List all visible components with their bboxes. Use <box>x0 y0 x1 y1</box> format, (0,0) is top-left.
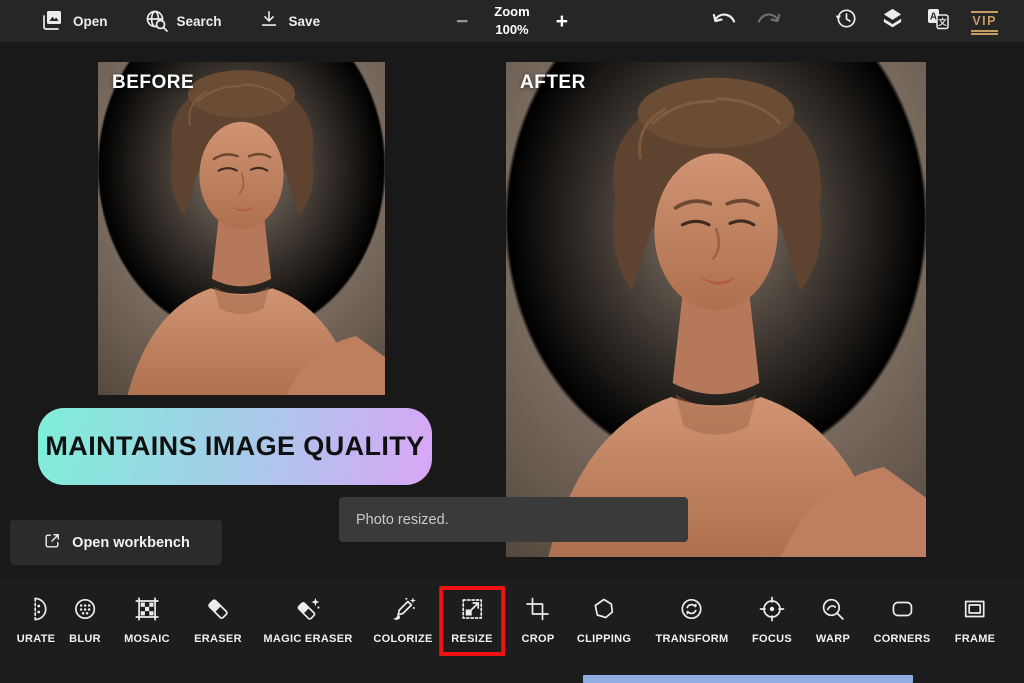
search-globe-icon <box>144 8 168 35</box>
tool-warp[interactable]: WARP <box>816 596 850 645</box>
tool-label: CLIPPING <box>576 633 632 645</box>
transform-icon <box>679 596 705 622</box>
tool-resize[interactable]: RESIZE <box>439 586 505 656</box>
layers-icon[interactable] <box>880 6 905 36</box>
search-button[interactable]: Search <box>144 8 222 35</box>
tool-label: URATE <box>16 633 56 645</box>
tool-label: MOSAIC <box>124 633 170 645</box>
save-button-label: Save <box>288 13 321 29</box>
quality-banner: MAINTAINS IMAGE QUALITY <box>38 408 432 485</box>
open-workbench-label: Open workbench <box>72 534 190 551</box>
save-button[interactable]: Save <box>258 9 321 34</box>
zoom-in-button[interactable]: + <box>556 11 568 32</box>
focus-icon <box>759 596 785 622</box>
history-icon[interactable] <box>834 6 859 36</box>
tool-label: CROP <box>521 633 555 645</box>
tool-transform[interactable]: TRANSFORM <box>656 596 729 645</box>
eraser-icon <box>205 596 231 622</box>
top-toolbar-left: Open Search Save <box>0 8 320 35</box>
before-label: BEFORE <box>112 72 195 93</box>
zoom-readout: Zoom 100% <box>494 3 529 38</box>
tool-blur[interactable]: BLUR <box>69 596 101 645</box>
warp-icon <box>820 596 846 622</box>
editor-canvas: BEFORE AFTER MAINTAINS IMAGE QUALITY Pho… <box>0 42 1024 580</box>
tool-mosaic[interactable]: MOSAIC <box>124 596 170 645</box>
tool-label: TRANSFORM <box>655 633 729 645</box>
top-toolbar: Open Search Save − Zoom 100% + A 文 VIP <box>0 0 1024 42</box>
mosaic-icon <box>134 596 160 622</box>
tool-magic-eraser[interactable]: MAGIC ERASER <box>263 596 352 645</box>
tool-label: COLORIZE <box>373 633 433 645</box>
crop-icon <box>525 596 551 622</box>
resize-icon <box>459 596 485 622</box>
tool-saturate[interactable]: URATE <box>17 596 56 645</box>
svg-text:文: 文 <box>939 17 948 27</box>
blur-icon <box>72 596 98 622</box>
colorize-icon <box>390 596 416 622</box>
svg-text:A: A <box>930 12 937 23</box>
tool-label: ERASER <box>194 633 242 645</box>
tool-focus[interactable]: FOCUS <box>752 596 792 645</box>
tool-label: MAGIC ERASER <box>263 633 353 645</box>
tool-colorize[interactable]: COLORIZE <box>373 596 432 645</box>
saturate-icon <box>23 596 49 622</box>
tool-label: BLUR <box>69 633 101 645</box>
zoom-label: Zoom <box>494 4 530 20</box>
after-label: AFTER <box>520 72 586 93</box>
tool-label: FOCUS <box>752 633 792 645</box>
undo-icon[interactable] <box>710 8 736 35</box>
toolbar-scrollbar[interactable] <box>583 675 913 683</box>
top-toolbar-right: A 文 VIP <box>710 6 1024 36</box>
vip-badge[interactable]: VIP <box>971 10 998 35</box>
tool-label: FRAME <box>954 633 996 645</box>
zoom-control: − Zoom 100% + <box>456 0 568 42</box>
tool-corners[interactable]: CORNERS <box>873 596 930 645</box>
zoom-value: 100% <box>495 22 529 37</box>
before-image: BEFORE <box>98 62 385 395</box>
open-button[interactable]: Open <box>40 8 108 35</box>
tool-eraser[interactable]: ERASER <box>194 596 242 645</box>
after-image: AFTER <box>506 62 926 557</box>
tool-label: RESIZE <box>451 633 493 645</box>
magic-eraser-icon <box>295 596 321 622</box>
tool-frame[interactable]: FRAME <box>955 596 996 645</box>
open-button-label: Open <box>73 13 108 29</box>
tools-toolbar: URATE BLUR MOSAIC ERASER MAGIC ERASER CO… <box>0 580 1024 683</box>
frame-icon <box>962 596 988 622</box>
search-button-label: Search <box>176 13 222 29</box>
tool-label: CORNERS <box>873 633 931 645</box>
photo-editor-app: Open Search Save − Zoom 100% + A 文 VIP B… <box>0 0 1024 683</box>
translate-icon[interactable]: A 文 <box>926 6 950 36</box>
save-download-icon <box>258 9 280 34</box>
tool-label: WARP <box>815 633 851 645</box>
corners-icon <box>889 596 915 622</box>
expand-icon <box>42 531 62 555</box>
toast-notification: Photo resized. <box>339 497 688 542</box>
tool-crop[interactable]: CROP <box>522 596 555 645</box>
tool-clipping[interactable]: CLIPPING <box>577 596 631 645</box>
redo-icon[interactable] <box>757 8 783 35</box>
open-workbench-button[interactable]: Open workbench <box>10 520 222 565</box>
open-image-icon <box>40 8 64 35</box>
zoom-out-button[interactable]: − <box>456 11 468 32</box>
clipping-icon <box>591 596 617 622</box>
